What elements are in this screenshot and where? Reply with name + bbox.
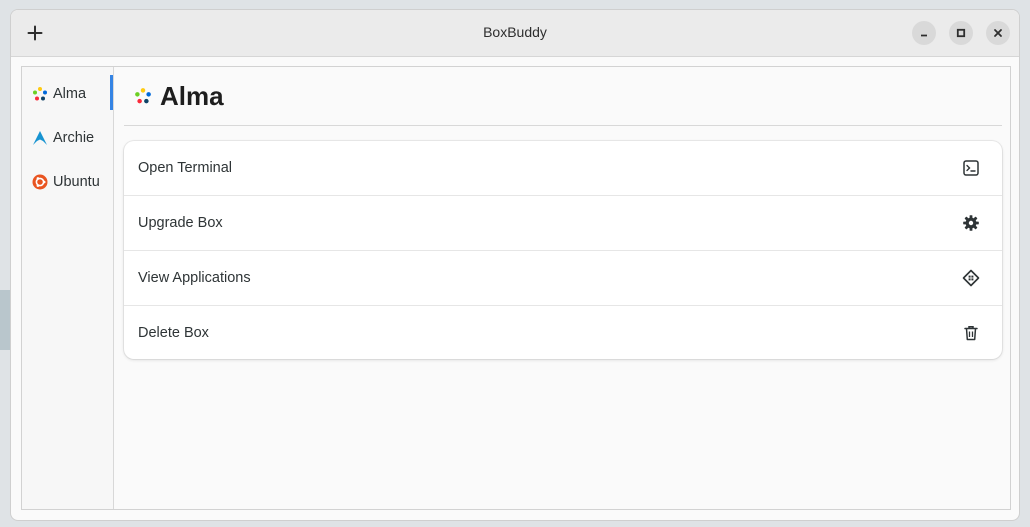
close-icon bbox=[994, 29, 1002, 37]
sidebar-item-label: Ubuntu bbox=[53, 174, 100, 190]
minimize-icon bbox=[921, 34, 927, 37]
active-indicator bbox=[110, 75, 113, 110]
arch-logo-icon bbox=[32, 130, 48, 146]
applications-icon[interactable] bbox=[962, 269, 980, 287]
trash-icon[interactable] bbox=[962, 324, 980, 342]
window-title: BoxBuddy bbox=[483, 24, 547, 40]
actions-list: Open Terminal Upgrade Box View Applicati… bbox=[124, 141, 1002, 359]
gear-icon[interactable] bbox=[962, 214, 980, 232]
box-header: Alma bbox=[124, 67, 1002, 126]
open-terminal-row[interactable]: Open Terminal bbox=[124, 141, 1002, 195]
maximize-icon bbox=[956, 28, 966, 38]
main-panel: Alma Open Terminal Upgrade Box View Appl… bbox=[114, 67, 1010, 509]
row-label: Delete Box bbox=[138, 324, 209, 341]
maximize-button[interactable] bbox=[949, 21, 973, 45]
sidebar-item-archie[interactable]: Archie bbox=[32, 122, 94, 154]
sidebar-item-alma[interactable]: Alma bbox=[32, 78, 86, 110]
close-button[interactable] bbox=[986, 21, 1010, 45]
row-label: Upgrade Box bbox=[138, 214, 223, 231]
desktop-background bbox=[0, 290, 10, 350]
app-window: BoxBuddy Alma Archie Ubuntu Alma Open Te… bbox=[10, 9, 1020, 521]
minimize-button[interactable] bbox=[912, 21, 936, 45]
ubuntu-logo-icon bbox=[32, 174, 48, 190]
row-label: Open Terminal bbox=[138, 160, 233, 176]
sidebar-item-ubuntu[interactable]: Ubuntu bbox=[32, 166, 100, 198]
sidebar-item-label: Alma bbox=[53, 86, 87, 102]
alma-logo-icon bbox=[134, 87, 152, 105]
sidebar-item-label: Archie bbox=[53, 130, 95, 146]
content-area: Alma Archie Ubuntu Alma Open Terminal Up… bbox=[21, 66, 1011, 510]
row-label: View Applications bbox=[138, 269, 251, 286]
alma-logo-icon bbox=[32, 86, 48, 102]
sidebar: Alma Archie Ubuntu bbox=[22, 67, 114, 509]
terminal-icon[interactable] bbox=[962, 159, 980, 177]
titlebar: BoxBuddy bbox=[11, 10, 1019, 57]
page-title: Alma bbox=[160, 80, 224, 111]
delete-box-row[interactable]: Delete Box bbox=[124, 305, 1002, 359]
view-applications-row[interactable]: View Applications bbox=[124, 250, 1002, 304]
upgrade-box-row[interactable]: Upgrade Box bbox=[124, 195, 1002, 249]
